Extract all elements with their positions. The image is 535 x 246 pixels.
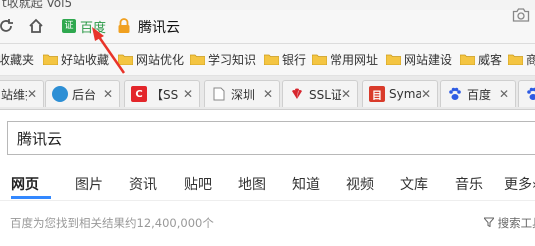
- tab-tieba[interactable]: 贴吧: [184, 174, 212, 194]
- tab-title: 后台: [72, 87, 97, 102]
- bookmark-folder[interactable]: 学习知识: [189, 51, 257, 68]
- folder-icon: [507, 54, 524, 66]
- bookmark-label: 学习知识: [208, 53, 257, 67]
- bookmark-folder[interactable]: 常用网址: [311, 51, 379, 68]
- window-title: t收就起 Vol5: [2, 0, 73, 10]
- folder-icon: [459, 54, 476, 66]
- search-input[interactable]: 腾讯云: [7, 121, 535, 155]
- tab-title: 【SS: [151, 87, 179, 102]
- close-icon[interactable]: ✕: [499, 87, 509, 101]
- tab-title: 百度: [467, 87, 492, 102]
- close-icon[interactable]: ✕: [183, 87, 193, 101]
- tab-wenku[interactable]: 文库: [400, 174, 428, 194]
- ev-certificate-badge[interactable]: 证: [62, 19, 76, 33]
- close-icon[interactable]: ✕: [421, 87, 431, 101]
- certificate-owner-name[interactable]: 百度: [80, 17, 106, 36]
- tab-title: 深圳: [231, 87, 256, 102]
- tab-zhidao[interactable]: 知道: [292, 174, 320, 194]
- home-icon[interactable]: [26, 16, 46, 36]
- browser-tab[interactable]: 深圳 ✕: [204, 80, 280, 107]
- folder-icon: [42, 54, 59, 66]
- baidu-paw-icon: [447, 86, 463, 102]
- tab-webpage[interactable]: 网页: [11, 174, 39, 194]
- red-box-icon: 目: [369, 86, 385, 102]
- result-count-text: 百度为您找到相关结果约12,400,000个: [10, 216, 214, 230]
- blue-circle-icon: [52, 86, 68, 102]
- filter-icon: [482, 217, 496, 228]
- bookmark-label: 收藏夹: [0, 53, 35, 67]
- tab-music[interactable]: 音乐: [455, 174, 483, 194]
- bookmark-folder[interactable]: 好站收藏: [42, 51, 110, 68]
- tab-maps[interactable]: 地图: [238, 174, 266, 194]
- bookmark-folder[interactable]: 银行: [263, 51, 307, 68]
- bookmark-label: 好站收藏: [61, 53, 110, 67]
- search-category-tabs: 网页 图片 资讯 贴吧 地图 知道 视频 文库 音乐 更多»: [0, 166, 535, 201]
- folder-icon: [263, 54, 280, 66]
- bookmark-label: 网站建设: [404, 53, 453, 67]
- tab-images[interactable]: 图片: [75, 174, 103, 194]
- browser-tab[interactable]: 目 Syma ✕: [362, 80, 438, 107]
- red-c-icon: C: [131, 86, 147, 102]
- address-url-text[interactable]: 腾讯云: [138, 17, 180, 37]
- search-tools-button[interactable]: 搜索工具: [482, 215, 535, 231]
- browser-tab[interactable]: 百度 ✕: [440, 80, 516, 107]
- browser-tab[interactable]: 搜: [518, 80, 535, 107]
- page-icon: [211, 86, 227, 102]
- bookmark-label: 网站优化: [136, 53, 185, 67]
- browser-tab[interactable]: SSL证 ✕: [282, 80, 358, 107]
- browser-tab[interactable]: 后台 ✕: [45, 80, 120, 107]
- bookmark-label: 银行: [282, 53, 307, 67]
- window-title-bar: t收就起 Vol5: [0, 0, 535, 10]
- tab-title: SSL证: [309, 87, 341, 102]
- tab-more[interactable]: 更多»: [504, 174, 535, 194]
- browser-tab[interactable]: C 【SS ✕: [124, 80, 200, 107]
- bookmark-label: 常用网址: [330, 53, 379, 67]
- browser-tab[interactable]: 站维护 ✕: [0, 80, 44, 107]
- address-bar: 证 百度 腾讯云: [0, 10, 535, 44]
- close-icon[interactable]: ✕: [103, 87, 113, 101]
- lock-icon[interactable]: [117, 18, 131, 34]
- tab-title: 站维护: [1, 87, 27, 102]
- close-icon[interactable]: ✕: [27, 87, 37, 101]
- huawei-icon: [289, 86, 305, 102]
- close-icon[interactable]: ✕: [341, 87, 351, 101]
- baidu-paw-icon: [525, 86, 535, 102]
- browser-tab-strip: 站维护 ✕ 后台 ✕ C 【SS ✕ 深圳 ✕ SSL证 ✕ 目 Syma ✕ …: [0, 76, 535, 110]
- folder-icon: [117, 54, 134, 66]
- bookmark-label: 商: [526, 51, 535, 68]
- camera-icon[interactable]: [512, 7, 530, 23]
- bookmark-folder[interactable]: 商: [507, 51, 535, 68]
- tab-title: Syma: [389, 87, 421, 101]
- bookmark-folder[interactable]: 网站建设: [385, 51, 453, 68]
- search-input-value: 腾讯云: [17, 130, 63, 148]
- bookmark-label: 威客: [478, 53, 503, 67]
- folder-icon: [385, 54, 402, 66]
- reload-icon[interactable]: [0, 16, 16, 36]
- bookmark-folder[interactable]: 收藏夹: [0, 51, 34, 68]
- tab-video[interactable]: 视频: [346, 174, 374, 194]
- close-icon[interactable]: ✕: [263, 87, 273, 101]
- folder-icon: [189, 54, 206, 66]
- bookmark-folder[interactable]: 威客: [459, 51, 503, 68]
- bookmark-folder[interactable]: 网站优化: [117, 51, 185, 68]
- active-tab-underline: [11, 196, 51, 199]
- folder-icon: [311, 54, 328, 66]
- search-tools-label: 搜索工具: [497, 216, 535, 230]
- tab-news[interactable]: 资讯: [129, 174, 157, 194]
- bookmarks-bar: 收藏夹 好站收藏 网站优化 学习知识 银行 常用网址 网站建设 威客 商: [0, 44, 535, 76]
